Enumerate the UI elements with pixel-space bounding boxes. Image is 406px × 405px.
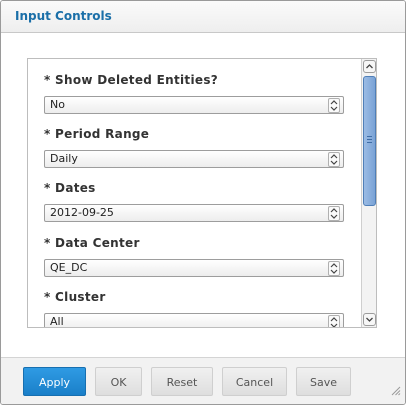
data-center-select[interactable]: QE_DC	[44, 259, 344, 277]
dialog-title: Input Controls	[15, 9, 112, 23]
save-button[interactable]: Save	[296, 367, 351, 396]
resize-grip-icon[interactable]	[391, 381, 401, 400]
panel-scrollbar[interactable]	[361, 59, 376, 327]
select-value: Daily	[50, 152, 78, 165]
thumb-grip	[367, 136, 372, 137]
control-label: * Cluster	[44, 290, 106, 304]
select-arrows-icon	[328, 261, 340, 276]
control-data-center: * Data Center QE_DC	[44, 236, 344, 277]
thumb-grip	[367, 142, 372, 143]
cluster-select[interactable]: All	[44, 313, 344, 328]
dialog-body: * Show Deleted Entities? No * Period Ran…	[1, 33, 405, 357]
select-arrows-icon	[328, 98, 340, 113]
select-value: QE_DC	[50, 261, 88, 274]
dialog-titlebar[interactable]: Input Controls	[1, 1, 405, 33]
select-arrows-icon	[328, 315, 340, 327]
control-label: * Data Center	[44, 236, 140, 250]
select-value: All	[50, 315, 64, 328]
controls-panel: * Show Deleted Entities? No * Period Ran…	[27, 58, 377, 328]
select-arrows-icon	[328, 152, 340, 167]
reset-button[interactable]: Reset	[151, 367, 213, 396]
cancel-button[interactable]: Cancel	[222, 367, 287, 396]
ok-button[interactable]: OK	[95, 367, 142, 396]
control-label: * Dates	[44, 181, 96, 195]
control-cluster: * Cluster All	[44, 290, 344, 327]
scroll-up-icon[interactable]	[363, 60, 376, 73]
control-show-deleted-entities: * Show Deleted Entities? No	[44, 73, 344, 114]
show-deleted-entities-select[interactable]: No	[44, 96, 344, 114]
control-period-range: * Period Range Daily	[44, 127, 344, 168]
select-value: 2012-09-25	[50, 206, 114, 219]
control-label: * Show Deleted Entities?	[44, 73, 219, 87]
scroll-down-icon[interactable]	[363, 313, 376, 326]
period-range-select[interactable]: Daily	[44, 150, 344, 168]
dates-select[interactable]: 2012-09-25	[44, 204, 344, 222]
select-value: No	[50, 98, 65, 111]
select-arrows-icon	[328, 206, 340, 221]
control-label: * Period Range	[44, 127, 150, 141]
apply-button[interactable]: Apply	[23, 367, 86, 396]
scroll-thumb[interactable]	[363, 76, 376, 206]
thumb-grip	[367, 139, 372, 140]
input-controls-dialog: Input Controls * Show Deleted Entities? …	[0, 0, 406, 405]
control-dates: * Dates 2012-09-25	[44, 181, 344, 222]
dialog-footer: Apply OK Reset Cancel Save	[1, 357, 405, 404]
